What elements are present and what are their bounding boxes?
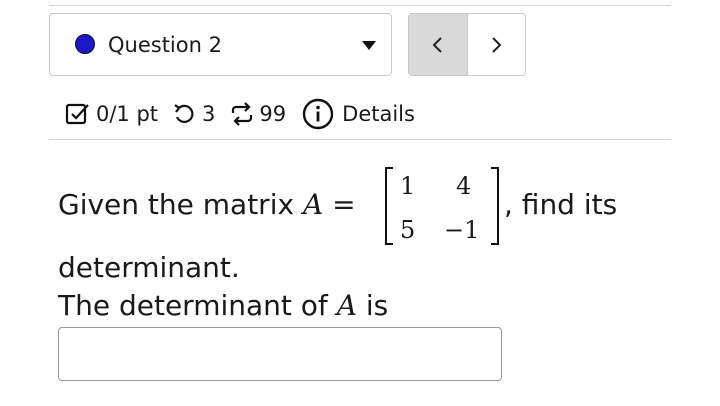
details-label: Details bbox=[342, 102, 415, 126]
previous-question-button[interactable] bbox=[409, 14, 468, 75]
answer-prompt-before: The determinant of bbox=[58, 289, 328, 322]
info-icon bbox=[302, 98, 334, 130]
matrix-cell: 1 bbox=[400, 172, 416, 200]
score-info: 0/1 pt bbox=[64, 101, 158, 127]
answer-prompt: The determinant of A is bbox=[58, 289, 388, 323]
chevron-right-icon bbox=[492, 36, 502, 53]
question-line-2: determinant. bbox=[58, 251, 240, 285]
equals-sign: = bbox=[332, 188, 356, 221]
checkbox-icon bbox=[65, 103, 89, 125]
next-question-button[interactable] bbox=[467, 14, 525, 75]
submissions-text: 99 bbox=[259, 102, 287, 126]
submissions-info: 99 bbox=[229, 102, 286, 126]
question-line-2-text: determinant. bbox=[58, 251, 240, 284]
answer-input[interactable] bbox=[58, 327, 502, 381]
question-nav bbox=[408, 13, 526, 76]
matrix-right-bracket bbox=[491, 167, 499, 245]
question-selector[interactable]: Question 2 bbox=[49, 13, 392, 76]
question-selector-label: Question 2 bbox=[108, 33, 222, 57]
score-text: 0/1 pt bbox=[96, 102, 159, 126]
matrix-left-bracket bbox=[385, 167, 393, 245]
matrix-cell: 4 bbox=[456, 172, 472, 200]
matrix-cell: 5 bbox=[400, 216, 416, 244]
question-status-dot bbox=[75, 34, 95, 54]
attempts-text: 3 bbox=[202, 102, 216, 126]
attempts-info: 3 bbox=[172, 102, 215, 126]
answer-prompt-after: is bbox=[365, 289, 389, 322]
matrix-variable: A bbox=[302, 188, 324, 221]
question-intro: Given the matrix bbox=[58, 188, 295, 221]
question-line-1: Given the matrix A = bbox=[58, 188, 356, 222]
repeat-icon bbox=[232, 102, 253, 126]
question-line-1-end: , find its bbox=[504, 188, 617, 222]
caret-down-icon bbox=[362, 41, 376, 50]
top-divider bbox=[49, 5, 671, 6]
details-button[interactable]: Details bbox=[302, 98, 415, 130]
retry-icon bbox=[174, 104, 194, 124]
matrix-cell: −1 bbox=[444, 216, 480, 244]
question-meta: 0/1 pt 3 99 Details bbox=[64, 92, 415, 136]
question-after-matrix: , find its bbox=[504, 188, 618, 221]
matrix: 1 4 5 −1 bbox=[384, 166, 504, 246]
content-divider bbox=[49, 139, 671, 140]
answer-prompt-variable: A bbox=[336, 289, 357, 322]
chevron-left-icon bbox=[432, 36, 442, 53]
